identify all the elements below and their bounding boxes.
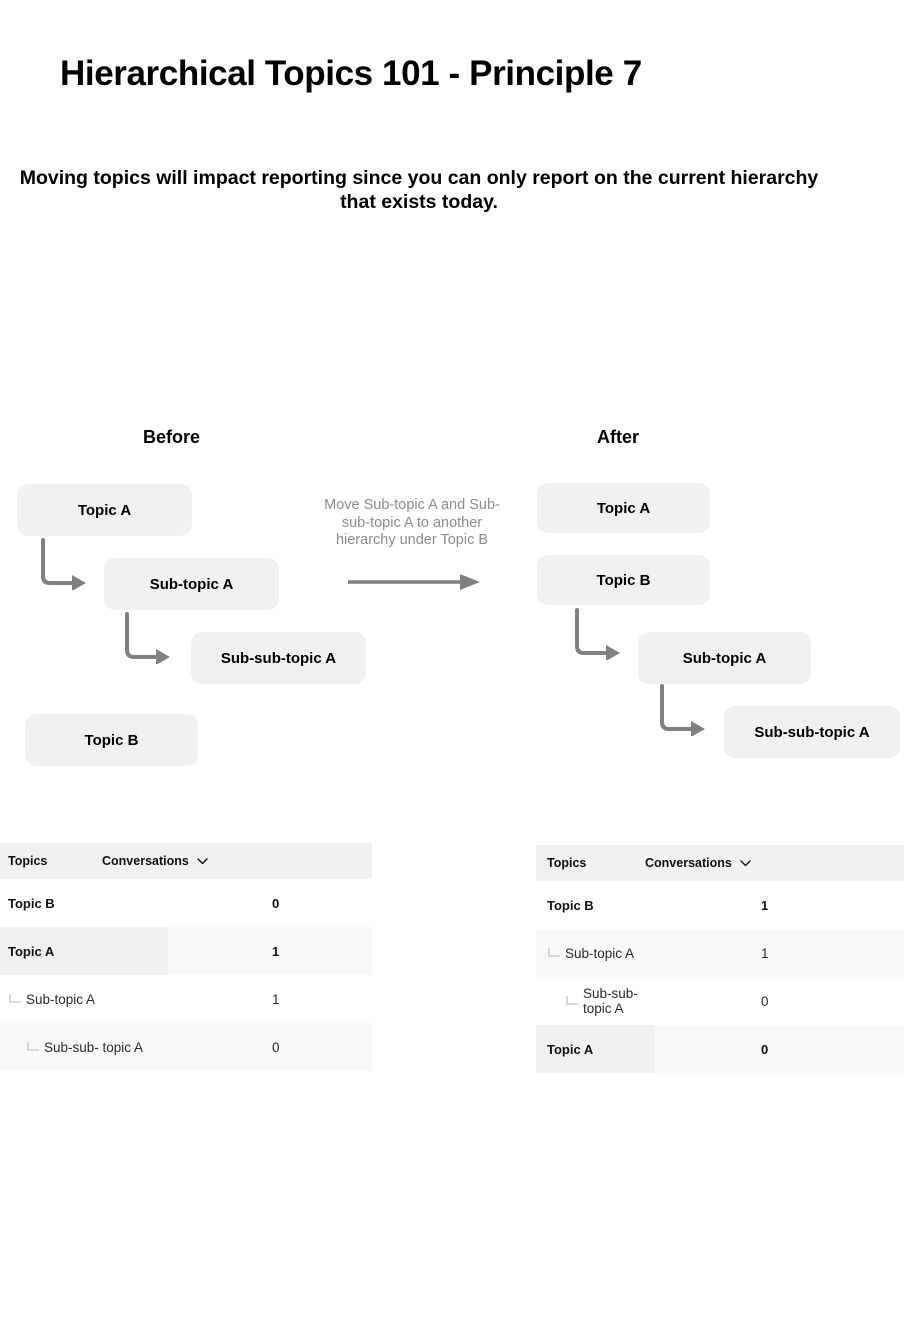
table-row[interactable]: Sub-topic A 1 xyxy=(536,929,904,977)
tree-branch-icon xyxy=(27,1042,39,1051)
cell-conversations: 1 xyxy=(655,929,904,977)
after-table-body: Topic B 1 Sub-topic A 1 Sub-sub-topic A 0 Topi… xyxy=(536,881,904,1073)
column-header-topics[interactable]: Topics xyxy=(547,856,586,870)
before-node-sub-sub-topic-a: Sub-sub-topic A xyxy=(191,632,366,684)
cell-conversations: 1 xyxy=(655,881,904,929)
topic-label: Topic A xyxy=(547,1041,594,1057)
move-arrow-icon xyxy=(348,574,480,590)
column-header-conversations-label: Conversations xyxy=(102,854,189,868)
cell-topic: Sub-topic A xyxy=(536,929,655,977)
topic-label: Sub-topic A xyxy=(565,945,635,961)
cell-conversations: 1 xyxy=(168,975,372,1023)
cell-conversations: 0 xyxy=(168,879,372,927)
cell-conversations: 0 xyxy=(655,1025,904,1073)
table-row[interactable]: Sub-sub-topic A 0 xyxy=(536,977,904,1025)
tree-branch-icon xyxy=(548,948,560,957)
cell-conversations: 0 xyxy=(655,977,904,1025)
before-node-topic-b: Topic B xyxy=(25,714,198,766)
move-annotation-text: Move Sub-topic A and Sub-sub-topic A to … xyxy=(324,497,500,548)
topic-label: Topic B xyxy=(547,897,594,913)
elbow-arrow-icon xyxy=(660,684,705,736)
after-node-sub-sub-topic-a: Sub-sub-topic A xyxy=(724,706,900,758)
cell-topic: Topic A xyxy=(536,1025,655,1073)
after-column-heading: After xyxy=(597,427,640,447)
column-header-topics[interactable]: Topics xyxy=(8,854,47,868)
before-node-sub-topic-a: Sub-topic A xyxy=(104,558,279,610)
after-topics-table: Topics Conversations Topic B 1 Sub-topic A… xyxy=(536,845,904,1073)
before-table-body: Topic B 0 Topic A 1 Sub-topic A 1 Sub-sub- top… xyxy=(0,879,372,1071)
after-node-sub-topic-a: Sub-topic A xyxy=(638,632,811,684)
topic-label: Topic A xyxy=(8,943,55,959)
elbow-arrow-icon xyxy=(575,608,620,660)
after-node-topic-a: Topic A xyxy=(537,483,710,533)
table-row[interactable]: Topic A 1 xyxy=(0,927,372,975)
elbow-arrow-icon xyxy=(125,612,170,664)
table-row[interactable]: Topic B 1 xyxy=(536,881,904,929)
cell-topic: Sub-sub- topic A xyxy=(0,1023,168,1071)
page-title: Hierarchical Topics 101 - Principle 7 xyxy=(60,54,642,93)
cell-conversations: 0 xyxy=(168,1023,372,1071)
topic-label: Topic B xyxy=(8,895,55,911)
tree-branch-icon xyxy=(566,996,578,1005)
column-header-conversations-label: Conversations xyxy=(645,856,732,870)
cell-conversations: 1 xyxy=(168,927,372,975)
topic-label: Sub-sub- topic A xyxy=(44,1039,144,1055)
table-row[interactable]: Topic A 0 xyxy=(536,1025,904,1073)
table-row[interactable]: Sub-topic A 1 xyxy=(0,975,372,1023)
table-header-row: Topics Conversations xyxy=(0,843,372,879)
topic-label: Sub-topic A xyxy=(26,991,96,1007)
after-node-topic-b: Topic B xyxy=(537,555,710,605)
cell-topic: Topic B xyxy=(536,881,655,929)
before-column-heading: Before xyxy=(143,427,201,447)
elbow-arrow-icon xyxy=(41,538,86,590)
cell-topic: Topic A xyxy=(0,927,168,975)
cell-topic: Sub-sub-topic A xyxy=(536,977,655,1025)
before-topics-table: Topics Conversations Topic B 0 Topic A 1 Sub… xyxy=(0,843,372,1071)
page-subtitle: Moving topics will impact reporting sinc… xyxy=(19,167,819,213)
before-node-topic-a: Topic A xyxy=(17,484,192,536)
table-header-row: Topics Conversations xyxy=(536,845,904,881)
column-header-conversations[interactable]: Conversations xyxy=(102,854,208,868)
column-header-conversations[interactable]: Conversations xyxy=(645,856,751,870)
cell-topic: Topic B xyxy=(0,879,168,927)
table-row[interactable]: Topic B 0 xyxy=(0,879,372,927)
table-row[interactable]: Sub-sub- topic A 0 xyxy=(0,1023,372,1071)
chevron-down-icon[interactable] xyxy=(740,859,751,867)
topic-label: Sub-sub-topic A xyxy=(583,986,638,1016)
chevron-down-icon[interactable] xyxy=(197,857,208,865)
tree-branch-icon xyxy=(9,994,21,1003)
cell-topic: Sub-topic A xyxy=(0,975,168,1023)
